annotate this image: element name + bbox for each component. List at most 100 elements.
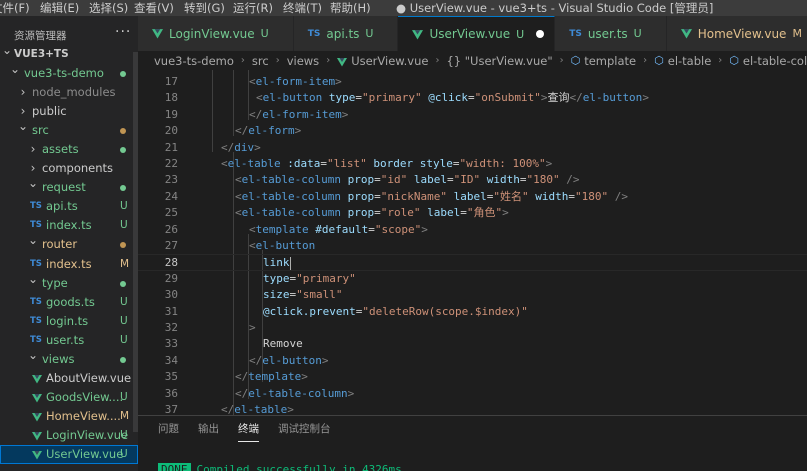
code-token: "姓名": [493, 189, 529, 203]
code-editor[interactable]: 17 <el-form-item> 18 <el-button type="prima…: [138, 70, 807, 415]
panel-tab[interactable]: 调试控制台: [278, 416, 331, 442]
tree-folder[interactable]: ⌄ request: [0, 176, 138, 197]
code-line: 24 <el-table-column prop="nickName" label…: [138, 189, 807, 205]
editor-tab[interactable]: LoginView.vue U: [138, 16, 294, 51]
tree-item-label: node_modules: [32, 85, 116, 100]
code-token: style: [419, 157, 453, 170]
code-text: </el-table>: [221, 402, 294, 415]
code-token: <: [235, 189, 242, 203]
explorer-title: 资源管理器: [14, 30, 67, 42]
line-number: 26: [164, 222, 178, 236]
chevron-right-icon: ›: [20, 85, 26, 100]
code-token: border: [373, 157, 414, 170]
code-token: "ID": [453, 173, 481, 187]
code-line: 34 </el-button>: [138, 353, 807, 369]
code-token: 查询: [547, 91, 570, 105]
tree-folder[interactable]: › assets: [0, 140, 138, 159]
menu-item[interactable]: 编辑(E): [40, 0, 79, 16]
tree-file[interactable]: HomeView.... M: [0, 407, 138, 426]
code-token: @click: [428, 91, 468, 105]
tree-file[interactable]: LoginView.vue U: [0, 426, 138, 445]
tree-folder[interactable]: ⌄ type: [0, 272, 138, 293]
tree-item-label: LoginView.vue: [46, 427, 129, 442]
panel-tab[interactable]: 问题: [158, 416, 179, 442]
menu-item[interactable]: 运行(R): [233, 0, 273, 16]
git-status-dot: [120, 185, 126, 192]
tree-folder[interactable]: ⌄ router: [0, 233, 138, 254]
tree-item-label: HomeView....: [46, 408, 121, 423]
git-status-badge: U: [120, 219, 128, 232]
code-text: <el-table :data="list" border style="wid…: [221, 156, 552, 172]
editor-tab[interactable]: HomeView.vue M: [666, 16, 807, 51]
code-token: el-form: [248, 124, 295, 138]
breadcrumb-item[interactable]: UserView.vue: [351, 54, 428, 68]
code-token: el-button: [255, 239, 316, 252]
tree-file[interactable]: TS user.ts U: [0, 331, 138, 350]
code-token: =: [368, 222, 375, 236]
breadcrumb-item[interactable]: {} "UserView.vue": [446, 54, 552, 68]
unsaved-dot-icon[interactable]: [536, 30, 545, 38]
code-token: el-form-item: [255, 75, 336, 88]
tree-folder[interactable]: ⌄ src: [0, 119, 138, 140]
code-token: >: [335, 75, 342, 88]
tree-file[interactable]: TS index.ts M: [0, 255, 138, 274]
line-number: 34: [164, 353, 178, 367]
menu-item[interactable]: 帮助(H): [330, 0, 371, 16]
tree-folder[interactable]: ⌄ vue3-ts-demo: [0, 62, 138, 83]
code-line: 18 <el-button type="primary" @click="onSu…: [138, 90, 807, 106]
line-number: 33: [164, 337, 178, 351]
code-line: 23 <el-table-column prop="id" label="ID" …: [138, 172, 807, 188]
line-number: 25: [164, 206, 178, 220]
tree-folder[interactable]: ⌄ views: [0, 348, 138, 369]
code-token: width: [486, 173, 520, 187]
code-token: "scope": [374, 222, 422, 236]
menu-item[interactable]: 文件(F): [0, 0, 30, 16]
tree-folder[interactable]: › node_modules: [0, 83, 138, 102]
tree-file[interactable]: AboutView.vue: [0, 369, 138, 388]
breadcrumb-item[interactable]: template: [584, 54, 636, 68]
menu-item[interactable]: 终端(T): [283, 0, 322, 16]
tree-file[interactable]: TS index.ts U: [0, 216, 138, 235]
editor-tab[interactable]: TS api.ts U: [293, 16, 399, 51]
menu-item[interactable]: 查看(V): [134, 0, 174, 16]
tree-item-label: router: [42, 237, 78, 252]
tree-file[interactable]: GoodsView.... U: [0, 388, 138, 407]
menu-item[interactable]: 转到(G): [184, 0, 225, 16]
tree-file[interactable]: UserView.vue U: [0, 445, 138, 464]
tree-file[interactable]: TS goods.ts U: [0, 293, 138, 312]
panel-tab[interactable]: 输出: [198, 416, 219, 442]
editor-tab[interactable]: UserView.vue U: [398, 16, 556, 51]
code-token: "deleteRow(scope.$index)": [362, 304, 528, 318]
chevron-down-icon: ⌄: [28, 347, 39, 362]
breadcrumb: vue3-ts-demo › src › views › UserView.vue › {} "…: [138, 51, 807, 70]
tab-label: user.ts: [587, 26, 628, 41]
tree-item-label: GoodsView....: [46, 389, 124, 404]
breadcrumb-item[interactable]: vue3-ts-demo: [154, 54, 234, 68]
more-actions-icon[interactable]: ···: [115, 24, 131, 40]
code-token: </: [249, 353, 263, 367]
tree-folder[interactable]: › components: [0, 159, 138, 178]
vue-file-icon: [32, 430, 42, 441]
breadcrumb-item[interactable]: views: [287, 54, 319, 68]
panel-tab[interactable]: 终端: [238, 416, 259, 442]
line-number: 27: [164, 239, 178, 252]
chevron-down-icon: ⌄: [28, 271, 39, 286]
code-token: @click.prevent: [263, 304, 356, 318]
editor-tab[interactable]: TS user.ts U: [555, 16, 667, 51]
code-token: =: [320, 157, 327, 170]
menu-item[interactable]: 选择(S): [89, 0, 128, 16]
breadcrumb-item[interactable]: el-table: [668, 54, 712, 68]
tree-file[interactable]: TS api.ts U: [0, 197, 138, 216]
line-number: 19: [164, 107, 178, 121]
tree-file[interactable]: TS login.ts U: [0, 312, 138, 331]
code-line: 27 <el-button: [138, 238, 807, 254]
code-token: </: [235, 370, 249, 384]
line-number: 18: [164, 91, 178, 105]
workspace-section[interactable]: ⌄ VUE3+TS: [0, 43, 138, 64]
breadcrumb-item[interactable]: el-table-column: [743, 54, 807, 68]
code-token: "角色": [466, 206, 503, 220]
code-line: 25 <el-table-column prop="role" label="角色…: [138, 205, 807, 221]
breadcrumb-item[interactable]: src: [252, 54, 269, 68]
